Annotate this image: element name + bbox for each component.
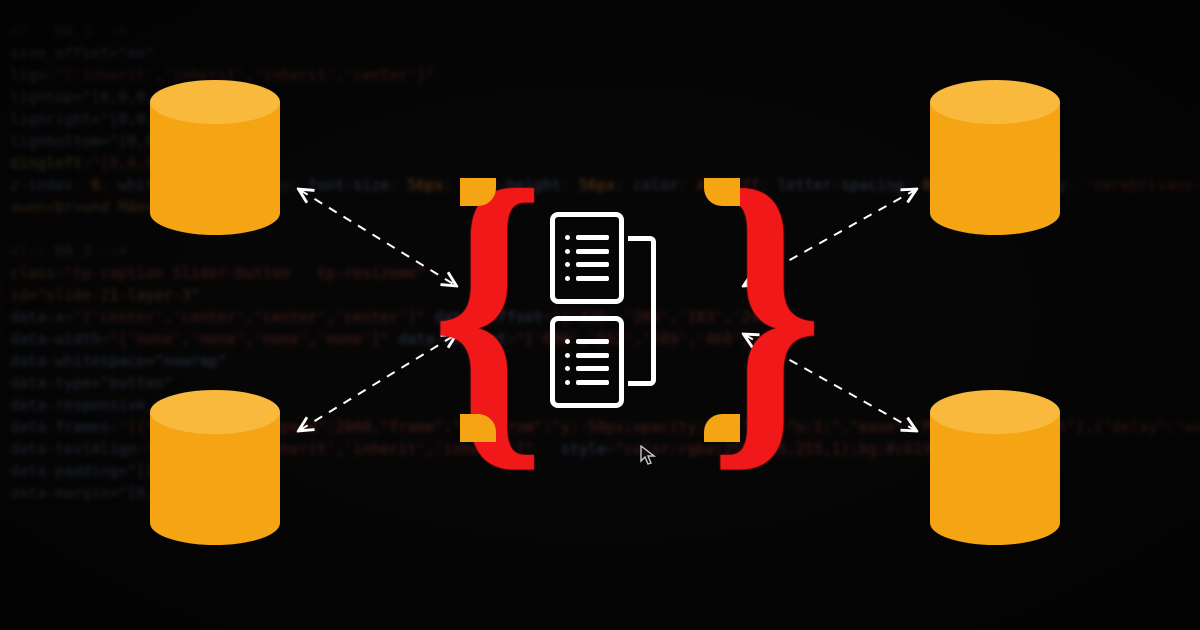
document-icon — [550, 316, 624, 408]
curly-brace-right-icon: } — [704, 180, 774, 440]
database-top-left-icon — [150, 80, 280, 235]
diagram-stage: <!-- NA_3 --> sive_offset="on" lign="['i… — [0, 0, 1200, 630]
mouse-cursor-icon — [640, 445, 656, 467]
database-bottom-right-icon — [930, 390, 1060, 545]
center-schema-group: { } — [460, 180, 740, 440]
database-top-right-icon — [930, 80, 1060, 235]
curly-brace-left-icon: { — [426, 180, 496, 440]
grouping-bracket-icon — [628, 236, 656, 386]
database-bottom-left-icon — [150, 390, 280, 545]
document-pair — [550, 212, 650, 412]
document-icon — [550, 212, 624, 304]
